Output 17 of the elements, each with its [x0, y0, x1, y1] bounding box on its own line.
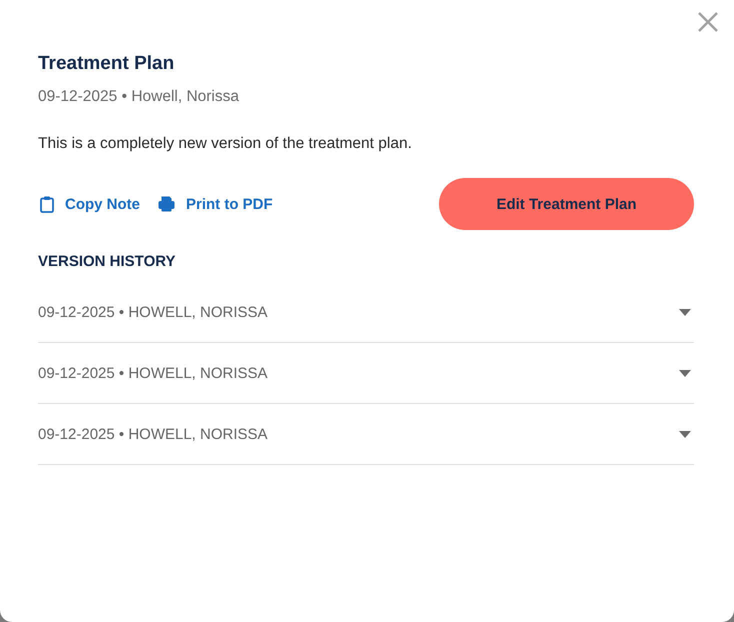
close-icon: [698, 12, 718, 32]
clipboard-icon: [40, 196, 54, 212]
section-heading: VERSION HISTORY: [38, 252, 177, 272]
description-text: This is a completely new version of the treatment plan.: [38, 134, 413, 154]
print-link[interactable]: Print to PDF: [158, 196, 273, 212]
dialog-title: Treatment Plan: [38, 52, 176, 76]
printer-icon: [158, 196, 175, 212]
caret-icon: [679, 308, 691, 316]
caret-icon: [679, 430, 691, 438]
close-button[interactable]: [698, 12, 718, 32]
date-author-text: 09-12-2025 • Howell, Norissa: [38, 87, 240, 107]
version-row[interactable]: 09-12-2025 • HOWELL, NORISSA: [38, 404, 694, 465]
copy-link[interactable]: Copy Note: [38, 196, 140, 212]
version-row[interactable]: 09-12-2025 • HOWELL, NORISSA: [38, 343, 694, 404]
caret-icon: [679, 370, 691, 376]
edit-button[interactable]: Edit Treatment Plan: [439, 178, 694, 230]
version-row[interactable]: 09-12-2025 • HOWELL, NORISSA: [38, 282, 694, 343]
